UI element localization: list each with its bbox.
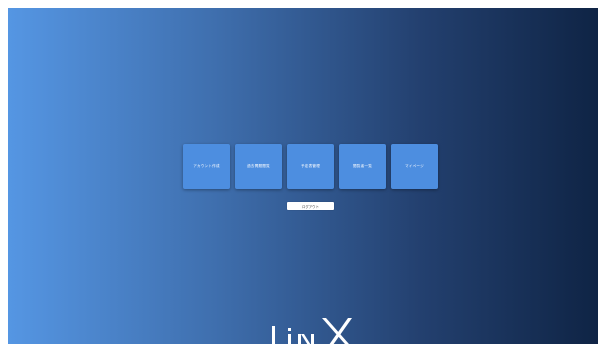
- logo-letter-n-right: [311, 334, 314, 344]
- linx-logo: [272, 318, 352, 344]
- menu-tile-label: 過去問題閲覧: [247, 164, 270, 168]
- menu-tile-schedule[interactable]: 予定表管理: [287, 144, 334, 189]
- logout-label: ログアウト: [302, 204, 319, 209]
- menu-tile-label: 予定表管理: [301, 164, 320, 168]
- menu-tile-create-account[interactable]: アカウント作成: [183, 144, 230, 189]
- logo-letter-n-left: [298, 334, 301, 344]
- menu-tile-past-questions[interactable]: 過去問題閲覧: [235, 144, 282, 189]
- menu-tile-label: マイページ: [405, 164, 424, 168]
- app-viewport: アカウント作成 過去問題閲覧 予定表管理 閲覧者一覧 マイページ ログアウト: [8, 8, 598, 344]
- logo-letter-l: [272, 326, 275, 344]
- logo-letter-i: [288, 334, 291, 344]
- main-menu: アカウント作成 過去問題閲覧 予定表管理 閲覧者一覧 マイページ: [183, 144, 438, 189]
- menu-tile-viewers[interactable]: 閲覧者一覧: [339, 144, 386, 189]
- logout-button[interactable]: ログアウト: [287, 202, 334, 210]
- logo-letter-i-dot: [288, 328, 291, 331]
- menu-tile-my-page[interactable]: マイページ: [391, 144, 438, 189]
- menu-tile-label: アカウント作成: [193, 164, 220, 168]
- menu-tile-label: 閲覧者一覧: [353, 164, 372, 168]
